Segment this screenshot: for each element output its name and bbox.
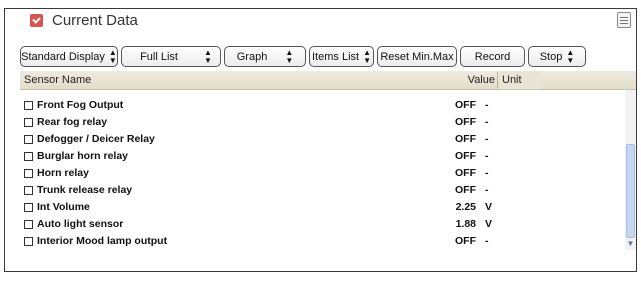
full-list-select[interactable]: Full List ▲ ▼ (121, 46, 221, 67)
window-title: Current Data (52, 12, 138, 29)
table-row[interactable]: Burglar horn relay OFF - (20, 148, 624, 165)
table-row[interactable]: Trunk release relay OFF - (20, 182, 624, 199)
row-checkbox[interactable] (24, 237, 33, 246)
sensor-value: OFF (455, 235, 476, 247)
reset-minmax-label: Reset Min.Max (380, 50, 454, 63)
row-checkbox[interactable] (24, 135, 33, 144)
column-divider[interactable] (497, 72, 498, 88)
row-checkbox[interactable] (24, 203, 33, 212)
row-checkbox[interactable] (24, 101, 33, 110)
title-bar: Current Data (12, 11, 632, 39)
sensor-value: 2.25 (455, 201, 476, 213)
row-checkbox[interactable] (24, 220, 33, 229)
sensor-name: Burglar horn relay (37, 150, 129, 162)
sensor-list: Front Fog Output OFF - Rear fog relay OF… (20, 90, 624, 250)
table-row[interactable]: Horn relay OFF - (20, 165, 624, 182)
sensor-name-header[interactable]: Sensor Name (24, 74, 91, 86)
table-row[interactable]: Defogger / Deicer Relay OFF - (20, 131, 624, 148)
list-menu-icon[interactable] (617, 12, 631, 28)
table-header: Sensor Name Value Unit (20, 71, 636, 90)
up-down-arrows-icon: ▲ ▼ (285, 47, 294, 65)
sensor-unit: V (485, 218, 493, 230)
sensor-name: Horn relay (37, 167, 89, 179)
sensor-name: Trunk release relay (37, 184, 133, 196)
up-down-arrows-icon: ▲ ▼ (203, 47, 212, 65)
red-check-icon (30, 14, 43, 27)
sensor-unit: - (485, 116, 489, 128)
up-down-arrows-icon: ▲ ▼ (566, 47, 575, 65)
sensor-unit: - (485, 99, 489, 111)
items-list-label: Items List (312, 50, 360, 63)
sensor-name: Int Volume (37, 201, 90, 213)
table-row[interactable]: Int Volume 2.25 V (20, 199, 624, 216)
sensor-name: Interior Mood lamp output (37, 235, 168, 247)
sensor-unit: - (485, 150, 489, 162)
unit-header[interactable]: Unit (502, 74, 522, 86)
vertical-scrollbar[interactable]: ▼ (625, 90, 636, 250)
items-list-select[interactable]: Items List ▲ ▼ (309, 46, 374, 67)
sensor-unit: V (485, 201, 493, 213)
sensor-value: OFF (455, 99, 476, 111)
record-button[interactable]: Record (460, 46, 525, 67)
stop-select[interactable]: Stop ▲ ▼ (528, 46, 586, 67)
sensor-value: OFF (455, 133, 476, 145)
sensor-value: OFF (455, 116, 476, 128)
scrollbar-thumb[interactable] (626, 144, 635, 238)
table-row[interactable]: Auto light sensor 1.88 V (20, 216, 624, 233)
sensor-name: Defogger / Deicer Relay (37, 133, 155, 145)
sensor-unit: - (485, 235, 489, 247)
stop-label: Stop (539, 50, 563, 63)
value-header[interactable]: Value (445, 74, 495, 86)
table-row[interactable]: Rear fog relay OFF - (20, 114, 624, 131)
graph-label: Graph (236, 50, 268, 63)
record-label: Record (474, 50, 511, 63)
sensor-value: OFF (455, 184, 476, 196)
up-down-arrows-icon: ▲ ▼ (363, 47, 371, 65)
row-checkbox[interactable] (24, 169, 33, 178)
scroll-down-arrow-icon[interactable]: ▼ (626, 239, 635, 249)
sensor-name: Auto light sensor (37, 218, 124, 230)
up-down-arrows-icon: ▲ ▼ (108, 47, 117, 65)
sensor-value: 1.88 (455, 218, 476, 230)
toolbar: Standard Display ▲ ▼ Full List ▲ ▼ Graph ▲… (20, 46, 620, 68)
sensor-unit: - (485, 133, 489, 145)
graph-select[interactable]: Graph ▲ ▼ (224, 46, 306, 67)
row-checkbox[interactable] (24, 186, 33, 195)
reset-minmax-button[interactable]: Reset Min.Max (377, 46, 457, 67)
sensor-name: Front Fog Output (37, 99, 124, 111)
sensor-name: Rear fog relay (37, 116, 108, 128)
standard-display-label: Standard Display (21, 50, 105, 63)
row-checkbox[interactable] (24, 152, 33, 161)
standard-display-select[interactable]: Standard Display ▲ ▼ (20, 46, 118, 67)
table-row[interactable]: Front Fog Output OFF - (20, 97, 624, 114)
table-row[interactable]: Interior Mood lamp output OFF - (20, 233, 624, 250)
full-list-label: Full List (140, 50, 178, 63)
sensor-unit: - (485, 184, 489, 196)
sensor-value: OFF (455, 167, 476, 179)
row-checkbox[interactable] (24, 118, 33, 127)
sensor-unit: - (485, 167, 489, 179)
sensor-value: OFF (455, 150, 476, 162)
